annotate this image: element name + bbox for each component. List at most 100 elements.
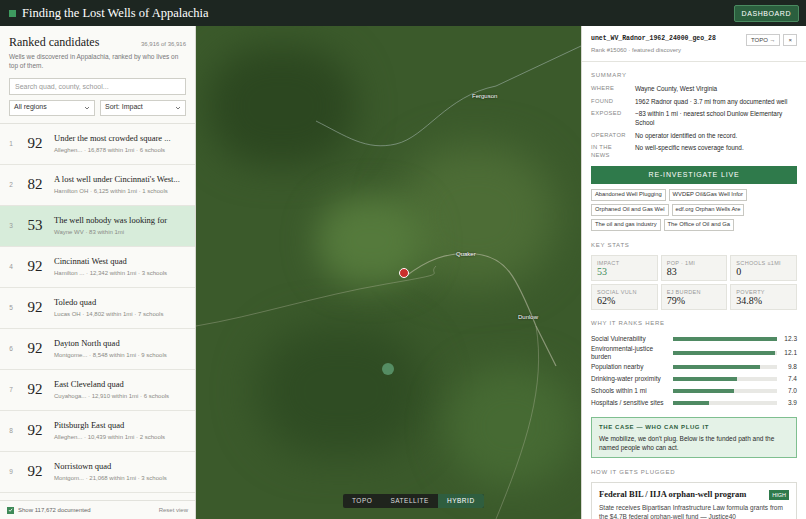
- row-score: 92: [22, 136, 48, 151]
- factor-value: 7.4: [781, 374, 797, 384]
- panel-subtitle: Wells we discovered in Appalachia, ranke…: [9, 53, 186, 71]
- source-chip[interactable]: edf.org Orphan Wells Are: [672, 204, 745, 216]
- row-text: Norristown quadMontgom... · 21,068 withi…: [54, 462, 191, 481]
- panel-title-row: Ranked candidates36,916 of 36,916: [9, 36, 186, 49]
- map-mode-button[interactable]: SATELLITE: [381, 494, 438, 509]
- stats-grid: IMPACT53POP · 1MI83SCHOOLS ≤1MI0SOCIAL V…: [591, 255, 797, 311]
- candidate-row[interactable]: 282 A lost well under Cincinnati's West..…: [0, 165, 195, 206]
- row-text: East Cleveland quadCuyahoga... · 12,910 …: [54, 380, 191, 399]
- program-title: Federal BIL / IIJA orphan-well program: [599, 488, 746, 501]
- documented-toggle[interactable]: Show 117,672 documented: [7, 506, 91, 515]
- candidate-row[interactable]: 992Norristown quadMontgom... · 21,068 wi…: [0, 452, 195, 493]
- program-card: Federal BIL / IIJA orphan-well program HI…: [591, 482, 797, 519]
- candidate-row[interactable]: 353The well nobody was looking forWayne …: [0, 206, 195, 247]
- stat-label: SOCIAL VULN: [597, 288, 652, 296]
- check-icon: [8, 507, 13, 513]
- map-mode-button[interactable]: TOPO: [343, 494, 381, 509]
- summary-row: OPERATORNo operator identified on the re…: [591, 132, 797, 141]
- stat-value: 53: [597, 267, 652, 277]
- well-rank: Rank #15060 · featured discovery: [591, 46, 716, 55]
- candidate-row[interactable]: 192Under the most crowded square ...Alle…: [0, 124, 195, 165]
- candidate-row[interactable]: 892Pittsburgh East quadAlleghen... · 10,…: [0, 411, 195, 452]
- documented-checkbox[interactable]: [7, 507, 14, 514]
- row-text: The well nobody was looking for Wayne WV …: [54, 216, 191, 235]
- row-score: 92: [22, 259, 48, 274]
- row-meta: Lucas OH · 14,802 within 1mi · 7 schools: [54, 311, 191, 317]
- map-roads: [196, 26, 581, 519]
- factor-fill: [673, 337, 777, 341]
- priority-badge: HIGH: [769, 490, 789, 500]
- candidate-row[interactable]: 792East Cleveland quadCuyahoga... · 12,9…: [0, 370, 195, 411]
- section-label: KEY STATS: [591, 241, 797, 250]
- source-chip[interactable]: Abandoned Well Plugging: [591, 189, 666, 201]
- source-chip[interactable]: The Office of Oil and Ga: [664, 219, 734, 231]
- stat-card: SOCIAL VULN62%: [591, 284, 658, 310]
- row-meta: Wayne WV · 83 within 1mi: [54, 229, 191, 235]
- filter-select[interactable]: All regions: [9, 100, 95, 116]
- row-meta: Montgome... · 8,548 within 1mi · 9 schoo…: [54, 352, 191, 358]
- row-rank: 2: [0, 180, 22, 190]
- candidate-row[interactable]: 592Toledo quadLucas OH · 14,802 within 1…: [0, 288, 195, 329]
- row-score: 92: [22, 300, 48, 315]
- stat-card: IMPACT53: [591, 255, 658, 281]
- row-title: A lost well under Cincinnati's West...: [54, 175, 191, 184]
- case-title: THE CASE — WHO CAN PLUG IT: [599, 423, 789, 432]
- factor-label: Population nearby: [591, 363, 669, 371]
- factor-row: Drinking-water proximity7.4: [591, 373, 797, 385]
- stat-label: IMPACT: [597, 259, 652, 267]
- well-marker[interactable]: [382, 363, 394, 375]
- detail-header: unet_WV_Radnor_1962_24000_geo_28Rank #15…: [582, 26, 806, 62]
- factor-value: 9.8: [781, 362, 797, 372]
- row-title: The well nobody was looking for: [54, 216, 191, 225]
- factor-value: 3.9: [781, 398, 797, 408]
- candidate-row[interactable]: 492Cincinnati West quadHamilton ... · 12…: [0, 247, 195, 288]
- detail-buttons: TOPO →×: [746, 34, 797, 46]
- stat-card: POVERTY34.8%: [730, 284, 797, 310]
- result-count: 36,916 of 36,916: [141, 40, 186, 49]
- topo-button[interactable]: TOPO →: [746, 34, 781, 46]
- map-mode-button[interactable]: HYBRID: [438, 494, 484, 509]
- row-meta: Montgom... · 21,068 within 1mi · 3 schoo…: [54, 475, 191, 481]
- summary-value: No well-specific news coverage found.: [635, 144, 797, 159]
- row-title: East Cleveland quad: [54, 380, 191, 389]
- row-score: 92: [22, 423, 48, 438]
- terrain-shade: [396, 146, 556, 286]
- stat-value: 83: [667, 267, 722, 277]
- stat-label: SCHOOLS ≤1MI: [736, 259, 791, 267]
- search-input[interactable]: [9, 78, 186, 95]
- factor-track: [673, 365, 777, 369]
- source-chip[interactable]: WVDEP Oil&Gas Well Infor: [669, 189, 747, 201]
- factor-row: Hospitals / sensitive sites3.9: [591, 397, 797, 409]
- factor-fill: [673, 365, 760, 369]
- filter-select[interactable]: Sort: Impact: [100, 100, 186, 116]
- reinvestigate-button[interactable]: RE-INVESTIGATE LIVE: [591, 166, 797, 184]
- stat-value: 62%: [597, 296, 652, 306]
- row-title: Cincinnati West quad: [54, 257, 191, 266]
- map[interactable]: FergusonQuakerDunlowTOPOSATELLITEHYBRID: [196, 26, 581, 519]
- row-meta: Hamilton OH · 6,125 within 1mi · 1 schoo…: [54, 188, 191, 194]
- source-chips: Abandoned Well PluggingWVDEP Oil&Gas Wel…: [591, 189, 797, 230]
- factor-track: [673, 389, 777, 393]
- summary-key: WHERE: [591, 85, 631, 94]
- factor-value: 12.1: [781, 348, 797, 358]
- stat-label: POVERTY: [736, 288, 791, 296]
- row-rank: 5: [0, 303, 22, 313]
- filter-label: Sort: Impact: [105, 102, 143, 113]
- row-score: 82: [22, 177, 48, 192]
- row-title: Pittsburgh East quad: [54, 421, 191, 430]
- row-score: 92: [22, 464, 48, 479]
- source-chip[interactable]: Orphaned Oil and Gas Wel: [591, 204, 669, 216]
- row-meta: Alleghen... · 16,878 within 1mi · 6 scho…: [54, 147, 191, 153]
- source-chip[interactable]: The oil and gas industry: [591, 219, 661, 231]
- dashboard-button[interactable]: DASHBOARD: [734, 5, 799, 22]
- logo-icon: [9, 10, 16, 17]
- app-title: Finding the Lost Wells of Appalachia: [22, 7, 209, 20]
- filter-label: All regions: [14, 102, 47, 113]
- candidate-row[interactable]: 692Dayton North quadMontgome... · 8,548 …: [0, 329, 195, 370]
- factor-track: [673, 337, 777, 341]
- reset-view-button[interactable]: Reset view: [159, 506, 188, 515]
- row-rank: 8: [0, 426, 22, 436]
- chevron-down-icon: [175, 105, 181, 111]
- selected-well-pin[interactable]: [399, 268, 409, 278]
- close-button[interactable]: ×: [783, 34, 797, 46]
